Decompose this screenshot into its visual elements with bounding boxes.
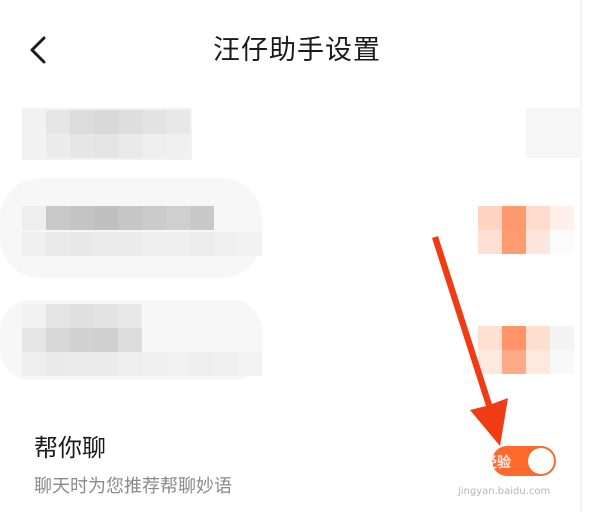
annotation-arrow-icon — [432, 236, 508, 446]
settings-page: 汪仔助手设置 帮你聊 聊天时为您推荐帮聊妙语 du 经验 jingyan.bai… — [0, 0, 594, 512]
